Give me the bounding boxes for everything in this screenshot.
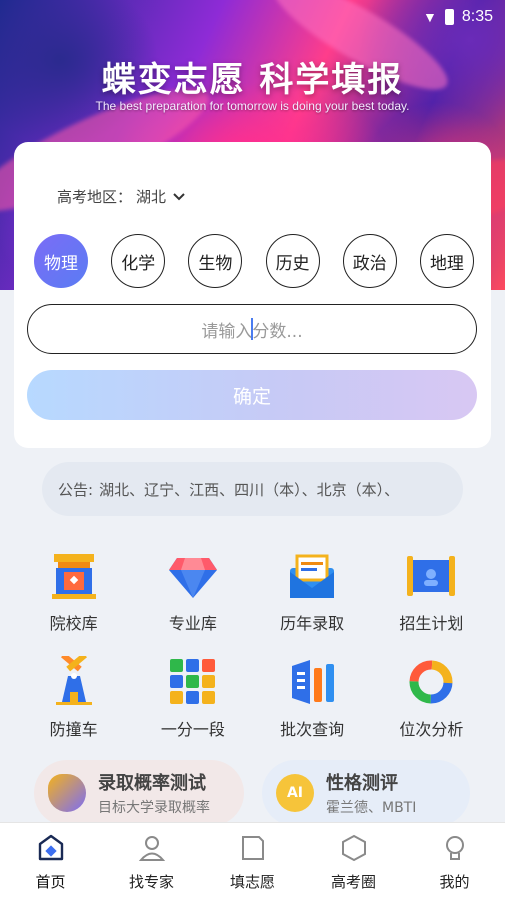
nav-mine[interactable]: 我的 — [415, 833, 495, 892]
feature-label: 批次查询 — [280, 720, 345, 739]
diamond-icon — [168, 558, 217, 598]
nav-fill-application[interactable]: 填志愿 — [213, 833, 293, 892]
banner-subtitle: The best preparation for tomorrow is doi… — [95, 99, 410, 113]
promo-personality-test[interactable]: AI 性格测评 霍兰德、MBTI — [262, 760, 470, 826]
feature-label: 防撞车 — [49, 720, 98, 739]
subject-biology[interactable]: 生物 — [188, 234, 243, 288]
hexagon-icon — [341, 834, 366, 862]
nav-gaokao-circle[interactable]: 高考圈 — [314, 833, 394, 892]
feature-label: 位次分析 — [399, 720, 464, 739]
feature-past-admissions[interactable]: 历年录取 — [253, 550, 372, 634]
subject-chemistry[interactable]: 化学 — [111, 234, 166, 288]
promo-subtitle: 目标大学录取概率 — [98, 800, 210, 816]
feature-batch-query[interactable]: 批次查询 — [253, 656, 372, 740]
feature-label: 招生计划 — [399, 614, 464, 633]
subject-geography[interactable]: 地理 — [419, 234, 474, 288]
announcement-text: 湖北、辽宁、江西、四川（本）、北京（本）、 — [99, 480, 400, 499]
status-bar: ▼ 8:35 — [423, 8, 493, 26]
scroll-icon — [407, 556, 456, 596]
promo-subtitle: 霍兰德、MBTI — [326, 800, 417, 816]
feature-collision-avoidance[interactable]: 防撞车 — [14, 656, 133, 740]
form-icon — [241, 836, 264, 860]
region-label: 高考地区： — [57, 188, 133, 206]
score-input[interactable]: 请输入 分数... — [27, 304, 477, 354]
feature-score-segment[interactable]: 一分一段 — [133, 656, 252, 740]
subject-selector: 物理 化学 生物 历史 政治 地理 — [34, 234, 474, 288]
probability-test-icon — [48, 774, 86, 812]
chevron-down-icon — [173, 192, 185, 200]
announcement-label: 公告: — [58, 480, 94, 499]
region-selector[interactable]: 高考地区： 湖北 — [57, 186, 186, 207]
announcement-bar[interactable]: 公告: 湖北、辽宁、江西、四川（本）、北京（本）、 — [42, 462, 463, 516]
nav-find-expert[interactable]: 找专家 — [112, 833, 192, 892]
status-time: 8:35 — [461, 8, 493, 25]
expert-icon — [138, 836, 165, 861]
wifi-icon: ▼ — [423, 9, 437, 25]
nav-label: 填志愿 — [229, 873, 275, 891]
feature-major-library[interactable]: 专业库 — [133, 550, 252, 634]
donut-chart-icon — [409, 660, 453, 704]
subject-politics[interactable]: 政治 — [342, 234, 397, 288]
region-value: 湖北 — [136, 188, 167, 206]
profile-icon — [445, 836, 464, 860]
feature-label: 院校库 — [49, 614, 98, 633]
promo-title: 性格测评 — [326, 773, 398, 794]
windmill-icon — [55, 656, 92, 705]
score-placeholder: 请输入 — [201, 321, 253, 342]
subject-history[interactable]: 历史 — [265, 234, 320, 288]
feature-university-library[interactable]: 院校库 — [14, 550, 133, 634]
feature-label: 历年录取 — [280, 614, 345, 633]
grid-icon — [169, 659, 215, 704]
feature-rank-analysis[interactable]: 位次分析 — [372, 656, 491, 740]
promo-admission-probability[interactable]: 录取概率测试 目标大学录取概率 — [34, 760, 244, 826]
banner-title: 蝶变志愿 科学填报 — [101, 60, 404, 100]
nav-label: 我的 — [439, 873, 470, 891]
nav-label: 高考圈 — [330, 873, 376, 891]
home-icon — [38, 834, 63, 861]
score-placeholder-rest: 分数... — [252, 321, 303, 342]
battery-icon — [444, 9, 454, 25]
promo-title: 录取概率测试 — [98, 773, 206, 794]
feature-label: 一分一段 — [160, 720, 225, 739]
feature-grid: 院校库 专业库 历年录取 招生计划 防撞车 一分一段 批次查询 位次分析 — [14, 550, 491, 740]
ai-head-icon: AI — [276, 774, 314, 812]
bottom-nav: 首页 找专家 填志愿 高考圈 我的 — [0, 822, 505, 900]
feature-label: 专业库 — [168, 614, 217, 633]
nav-home[interactable]: 首页 — [11, 833, 91, 892]
envelope-icon — [290, 554, 335, 598]
feature-enrollment-plan[interactable]: 招生计划 — [372, 550, 491, 634]
bars-icon — [292, 660, 335, 704]
score-form-card: 高考地区： 湖北 物理 化学 生物 历史 政治 地理 请输入 分数... 确定 — [14, 142, 491, 448]
subject-physics[interactable]: 物理 — [34, 234, 88, 288]
university-icon — [51, 554, 96, 599]
confirm-button[interactable]: 确定 — [27, 370, 477, 420]
nav-label: 找专家 — [128, 873, 174, 891]
nav-label: 首页 — [35, 873, 66, 891]
